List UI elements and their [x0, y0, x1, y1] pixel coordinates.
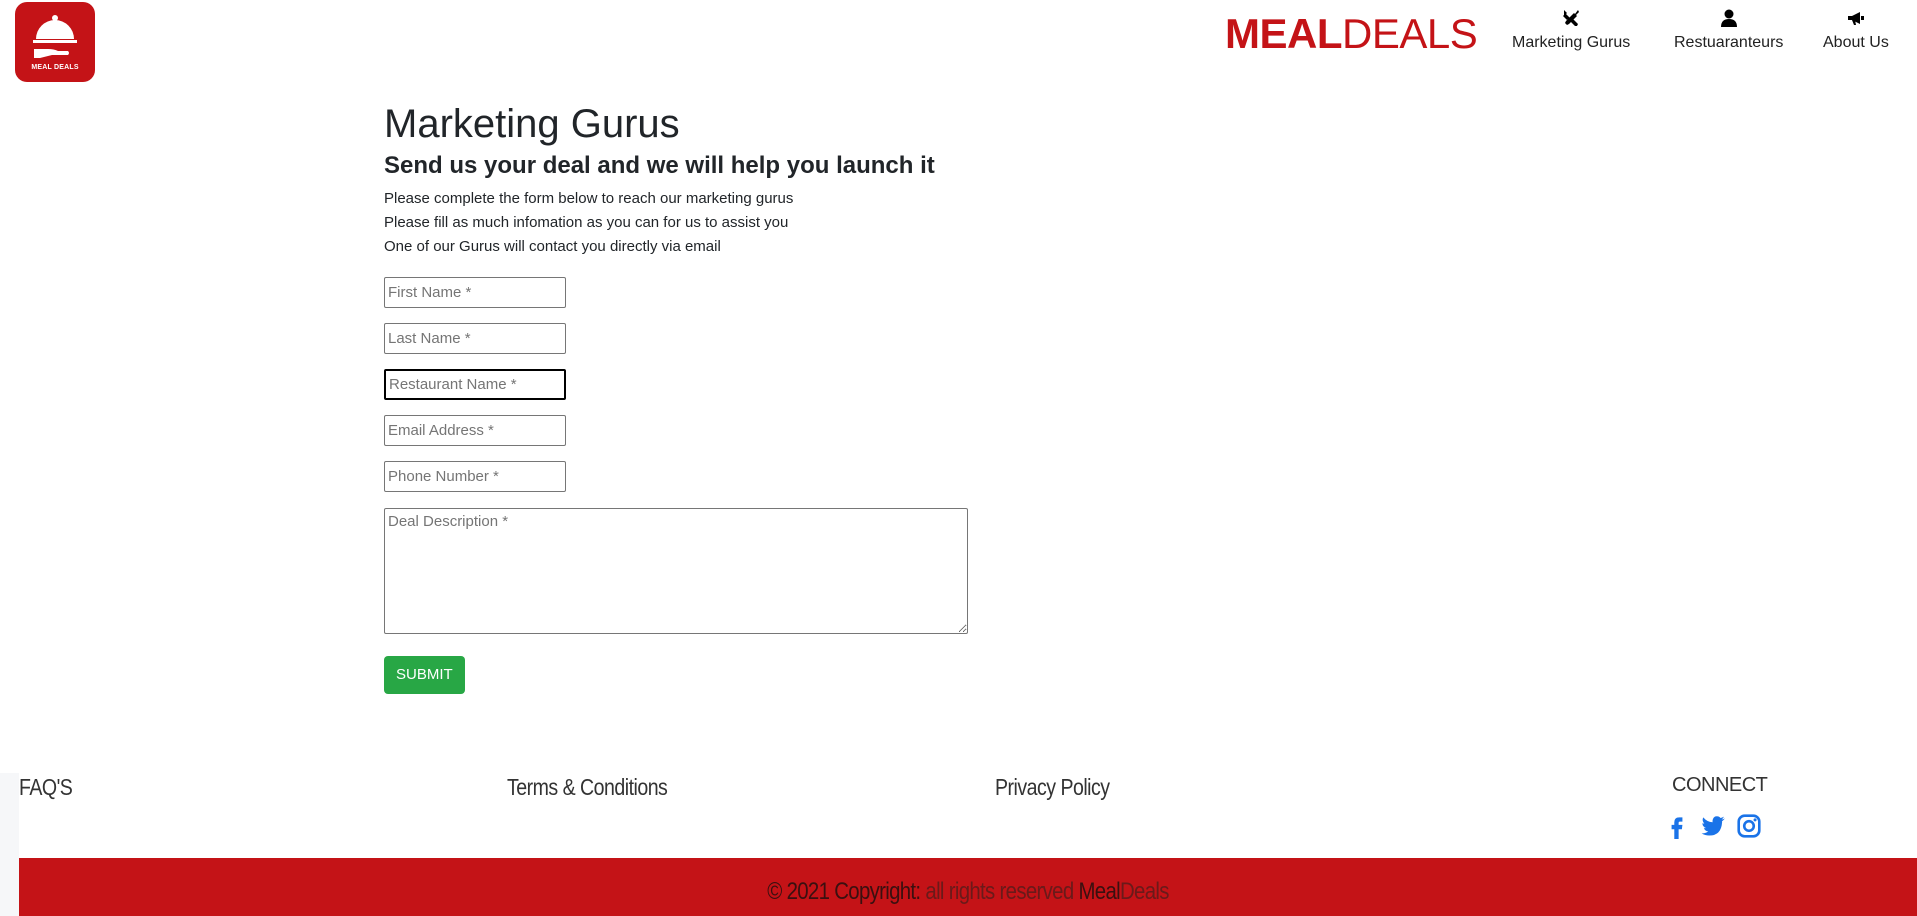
phone-number-input[interactable]	[384, 460, 566, 492]
page-subtitle: Send us your deal and we will help you l…	[384, 152, 935, 179]
copyright-brand-1: Meal	[1078, 878, 1120, 905]
copyright-bar: © 2021 Copyright: all rights reserved Me…	[19, 858, 1917, 916]
tools-icon	[1561, 6, 1581, 30]
cloche-icon	[33, 15, 77, 58]
intro-text: Please complete the form below to reach …	[384, 187, 1084, 259]
nav-item-restuaranteurs[interactable]: Restuaranteurs	[1674, 6, 1783, 52]
copyright-prefix: © 2021 Copyright:	[767, 878, 921, 905]
megaphone-icon	[1846, 6, 1866, 30]
footer-link-terms[interactable]: Terms & Conditions	[507, 774, 668, 801]
facebook-icon[interactable]	[1664, 813, 1690, 839]
social-links	[1664, 813, 1762, 839]
brand-wordmark[interactable]: MEALDEALS	[1225, 10, 1478, 58]
copyright-brand-2: Deals	[1119, 878, 1169, 905]
nav-item-about-us[interactable]: About Us	[1823, 6, 1889, 52]
page-title: Marketing Gurus	[384, 102, 680, 146]
brand-light: DEALS	[1342, 10, 1478, 57]
main-content: Marketing Gurus Send us your deal and we…	[384, 100, 1084, 694]
last-name-input[interactable]	[384, 322, 566, 354]
deal-description-textarea[interactable]	[384, 507, 968, 634]
email-address-input[interactable]	[384, 414, 566, 446]
intro-line: Please complete the form below to reach …	[384, 189, 794, 207]
copyright-text: © 2021 Copyright: all rights reserved Me…	[161, 878, 1774, 906]
restaurant-name-input[interactable]	[384, 368, 566, 400]
instagram-icon[interactable]	[1736, 813, 1762, 839]
intro-line: One of our Gurus will contact you direct…	[384, 237, 721, 255]
logo-caption: MEAL DEALS	[31, 64, 79, 71]
user-icon	[1719, 6, 1739, 30]
app-logo[interactable]: MEAL DEALS	[15, 2, 95, 82]
brand-bold: MEAL	[1225, 10, 1343, 57]
connect-label: CONNECT	[1672, 774, 1768, 796]
first-name-input[interactable]	[384, 276, 566, 308]
nav-item-marketing-gurus[interactable]: Marketing Gurus	[1512, 6, 1630, 52]
intro-line: Please fill as much infomation as you ca…	[384, 213, 789, 231]
copyright-middle: all rights reserved	[925, 878, 1074, 905]
nav-label: Marketing Gurus	[1512, 34, 1631, 51]
nav-label: Restuaranteurs	[1674, 34, 1784, 51]
nav-label: About Us	[1823, 34, 1889, 51]
twitter-icon[interactable]	[1700, 813, 1726, 839]
submit-button[interactable]: SUBMIT	[384, 655, 465, 694]
footer-left-strip	[0, 773, 19, 916]
deal-form: SUBMIT	[384, 276, 1084, 694]
footer-link-faqs[interactable]: FAQ'S	[19, 774, 73, 801]
footer-link-privacy[interactable]: Privacy Policy	[995, 774, 1110, 801]
